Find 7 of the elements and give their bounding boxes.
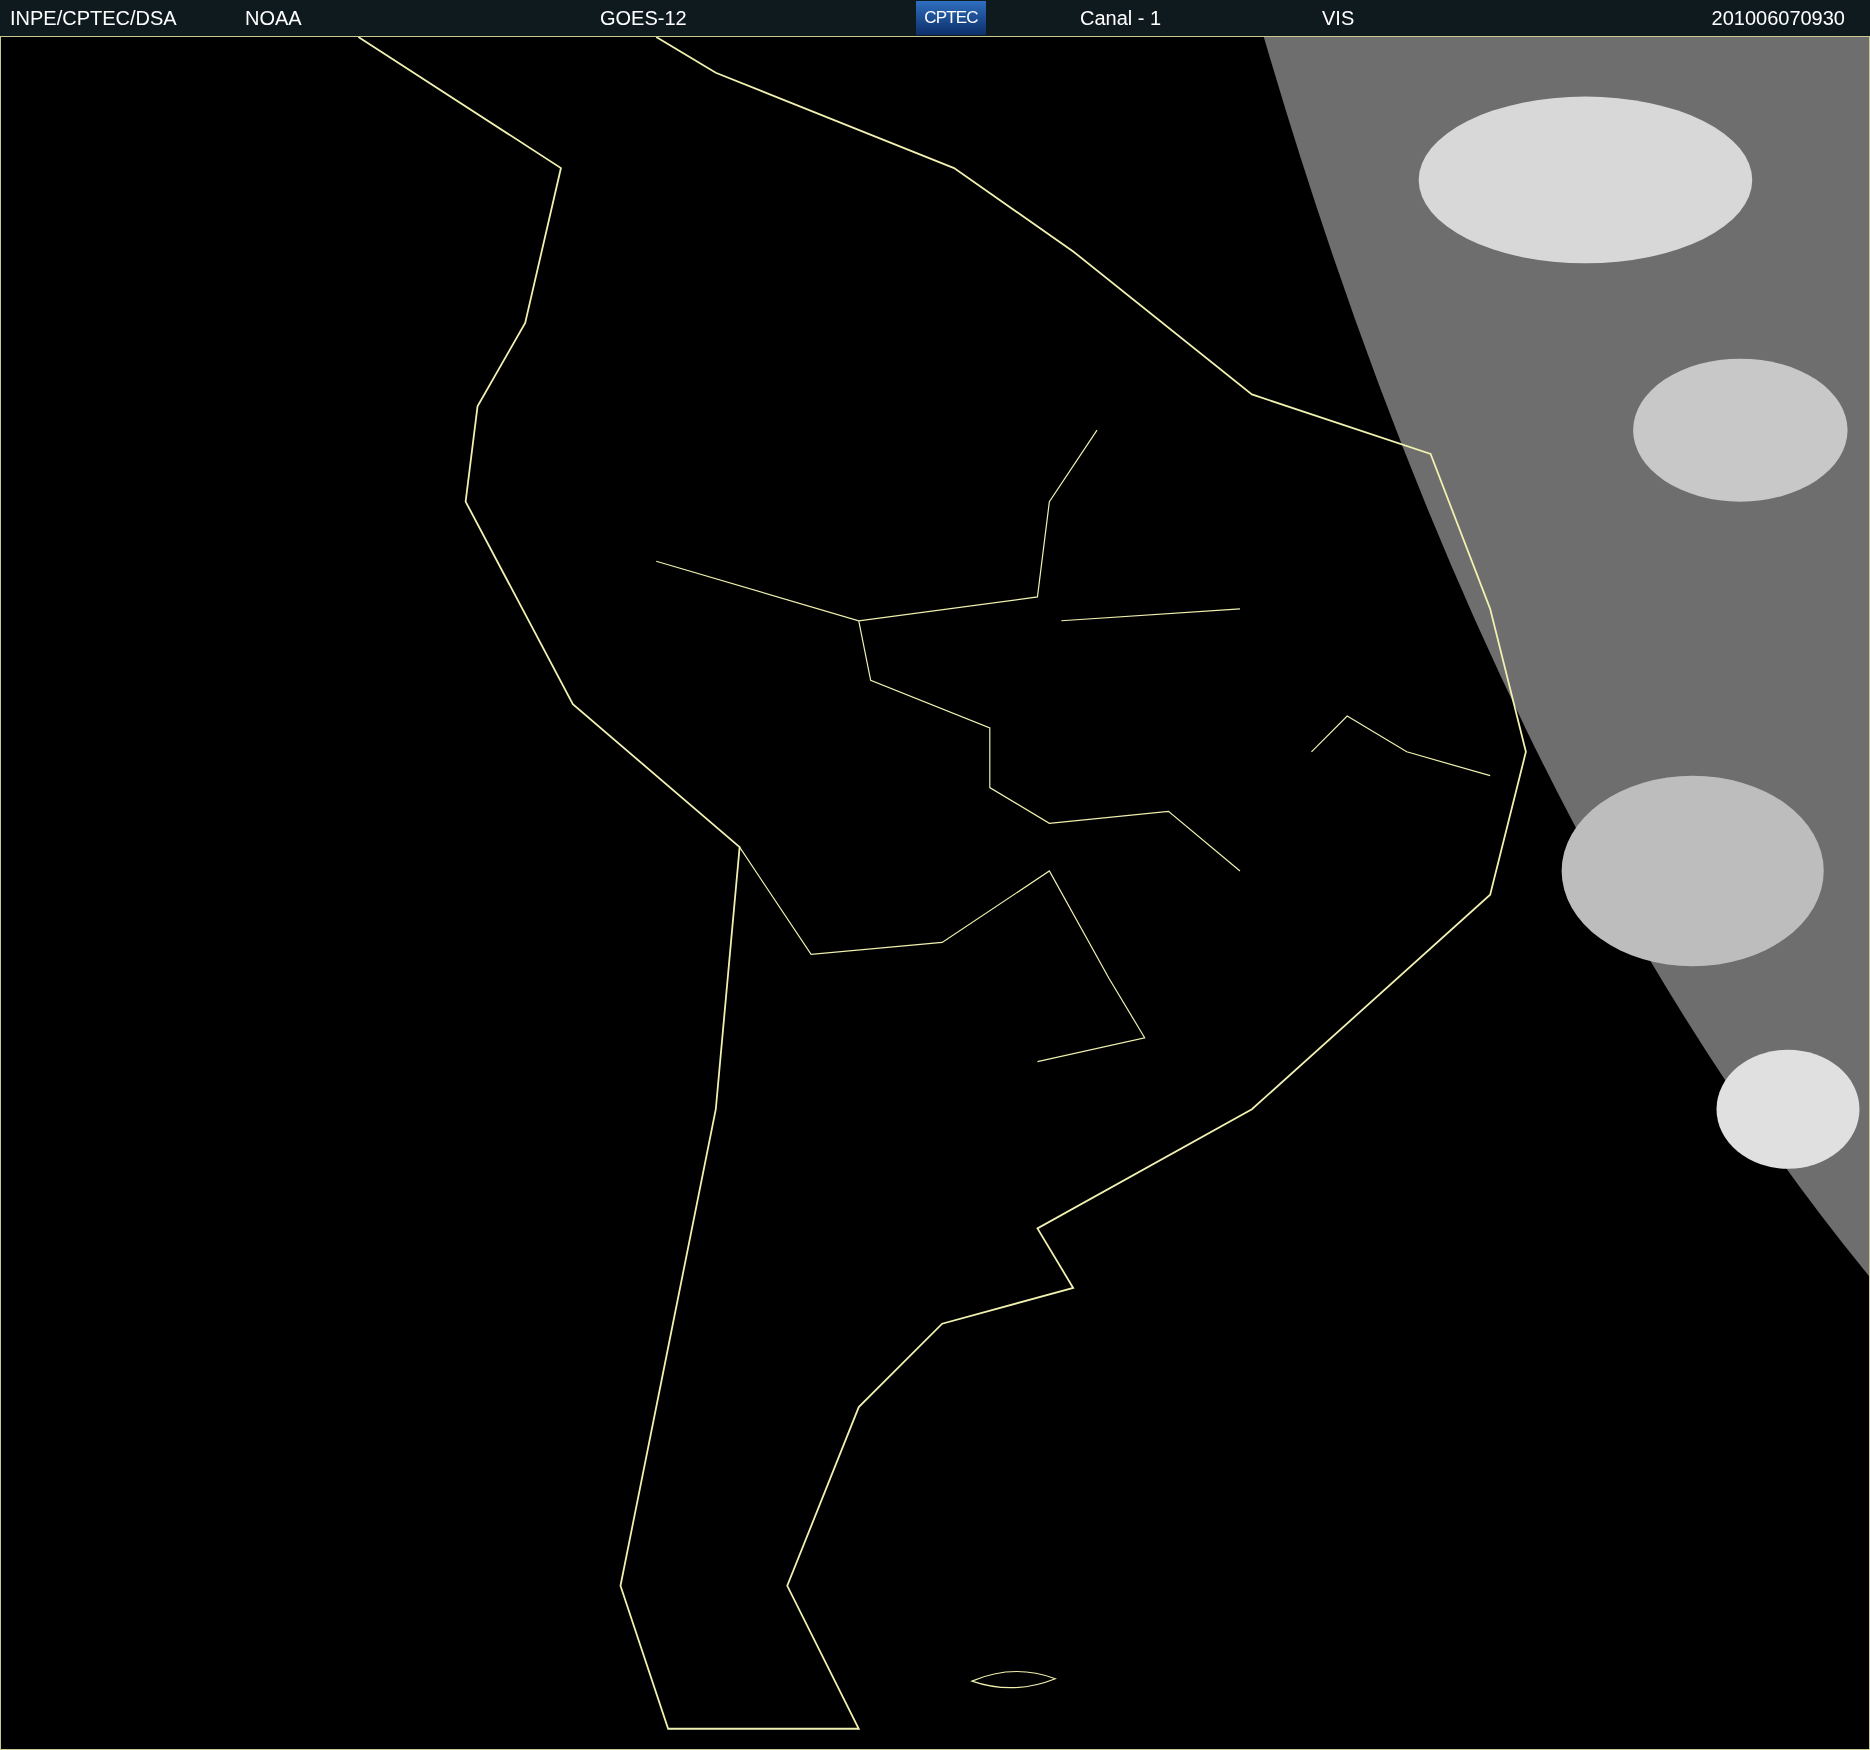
header-label: NOAA [245,7,302,29]
header-label: VIS [1322,7,1355,29]
header-label: INPE/CPTEC/DSA [10,7,177,29]
logo: CPTEC [916,1,986,35]
header-label: GOES-12 [600,7,687,29]
header-label: Canal - 1 [1080,7,1162,29]
header-label: 201006070930 [1711,7,1845,29]
